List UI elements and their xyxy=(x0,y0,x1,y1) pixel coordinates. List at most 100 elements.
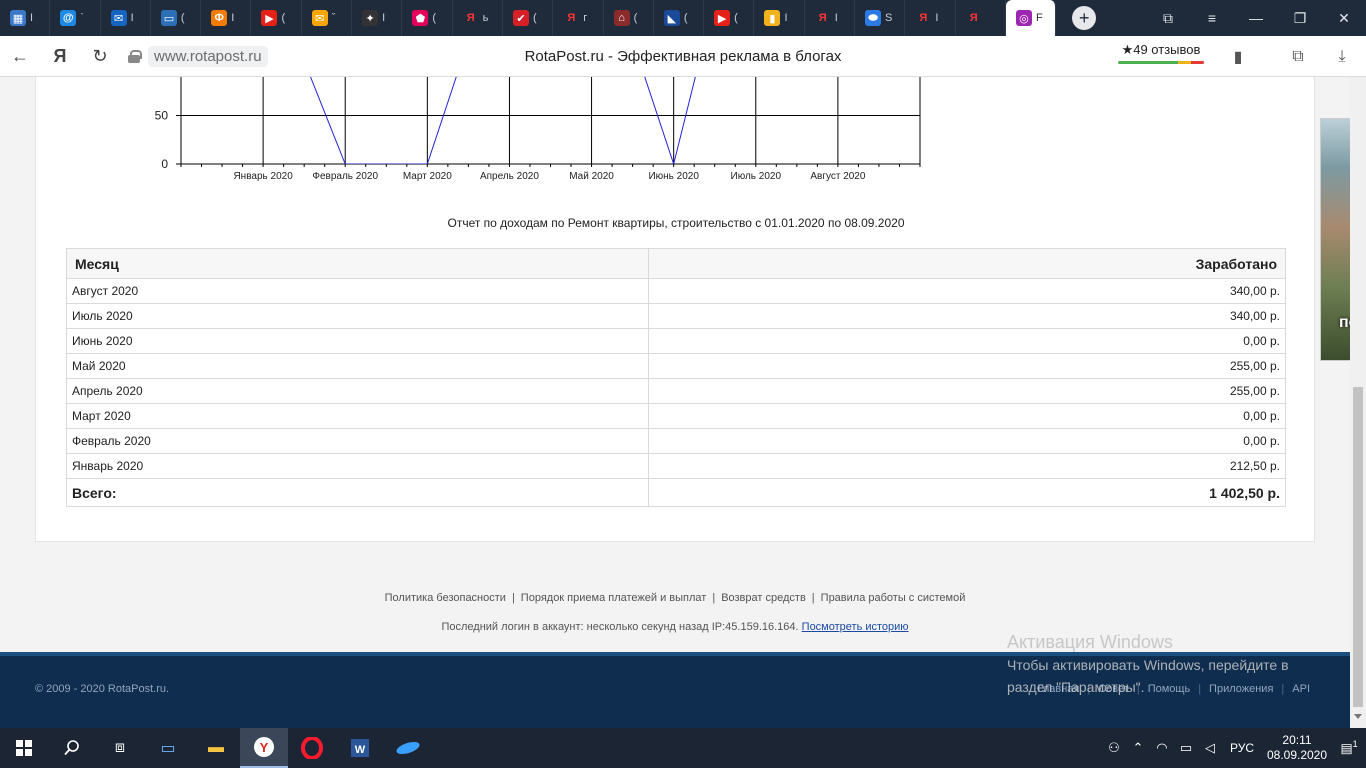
envelope-icon: ✉ xyxy=(110,10,127,26)
footer-nav-link[interactable]: Совет xyxy=(1098,683,1129,695)
page-viewport: 050100Январь 2020Февраль 2020Март 2020Ап… xyxy=(0,77,1350,728)
browser-tab[interactable]: ◎ F xyxy=(1005,0,1057,36)
yandex-icon: Я xyxy=(567,12,576,24)
system-tray: ⚇ ⌃ ◠ ▭ ◁ РУС 20:11 08.09.2020 ▤1 xyxy=(1102,728,1366,768)
separator: | xyxy=(1136,683,1140,695)
separator: | xyxy=(712,592,716,604)
view-history-link[interactable]: Посмотреть историю xyxy=(802,621,909,633)
table-row: Март 2020 0,00 р. xyxy=(66,403,1287,429)
browser-tab[interactable]: ◣( xyxy=(654,0,705,36)
search-icon[interactable] xyxy=(48,728,96,768)
pink-shape-icon: ⬟ xyxy=(412,10,429,26)
disc-app-icon[interactable] xyxy=(384,728,432,768)
footer-link[interactable]: Политика безопасности xyxy=(385,592,506,604)
browser-tab[interactable]: ⌂( xyxy=(604,0,654,36)
chevron-up-icon[interactable]: ⌃ xyxy=(1126,740,1150,756)
window-controls: ⧉ ≡ — ❐ ✕ xyxy=(1146,0,1366,36)
word-app-icon[interactable]: W xyxy=(336,728,384,768)
browser-tab[interactable]: ▮ I xyxy=(754,0,805,36)
new-tab-plus-icon[interactable]: + xyxy=(1072,6,1097,30)
browser-tab[interactable]: ✦ I xyxy=(352,0,403,36)
yandex-logo-icon[interactable]: Я xyxy=(40,36,80,77)
column-header-month: Месяц xyxy=(66,248,649,279)
back-arrow-icon[interactable]: ← xyxy=(0,36,40,77)
reload-icon[interactable]: ↻ xyxy=(80,36,120,77)
separator: | xyxy=(1087,683,1091,695)
footer-nav-link[interactable]: API xyxy=(1292,683,1310,695)
download-icon[interactable]: ⤓ xyxy=(1322,36,1362,77)
file-explorer-icon[interactable]: ▬ xyxy=(192,728,240,768)
notifications-icon[interactable]: ▤1 xyxy=(1332,739,1366,756)
footer-nav-link[interactable]: Помощь xyxy=(1148,683,1191,695)
footer-links: Политика безопасности | Порядок приема пла… xyxy=(0,592,1350,604)
phi-icon: Ф xyxy=(211,10,228,26)
footer-link[interactable]: Правила работы с системой xyxy=(821,592,966,604)
earned-cell: 255,00 р. xyxy=(647,353,1287,379)
minimize-icon[interactable]: — xyxy=(1234,0,1278,36)
earnings-chart: 050100Январь 2020Февраль 2020Март 2020Ап… xyxy=(155,77,921,182)
browser-tab[interactable]: ▶( xyxy=(251,0,302,36)
computer-app-icon[interactable]: ▭ xyxy=(144,728,192,768)
browser-tab[interactable]: ▦ I xyxy=(0,0,51,36)
tabs-panel-icon[interactable]: ⧉ xyxy=(1146,0,1190,36)
browser-tab[interactable]: Я xyxy=(956,0,1006,36)
scrollbar-thumb[interactable] xyxy=(1353,387,1363,707)
footer-nav: Главная | Совет | Помощь | Приложения | API xyxy=(1038,683,1310,695)
tab-title: ˋ xyxy=(80,12,84,24)
tab-title: I xyxy=(784,12,788,24)
start-windows-icon[interactable] xyxy=(0,728,48,768)
browser-tab[interactable]: ▶( xyxy=(704,0,755,36)
wifi-icon[interactable]: ◠ xyxy=(1150,740,1174,756)
last-login-info: Последний логин в аккаунт: несколько сек… xyxy=(0,621,1350,633)
browser-tab[interactable]: ⬬ S xyxy=(855,0,906,36)
browser-tab[interactable]: ЯI xyxy=(905,0,956,36)
bank-icon: ⌂ xyxy=(613,10,630,26)
month-cell: Апрель 2020 xyxy=(66,378,649,404)
tab-title: г xyxy=(583,12,588,24)
browser-tab[interactable]: ▭( xyxy=(151,0,202,36)
rating-bar xyxy=(1118,61,1204,64)
url-field[interactable]: www.rotapost.ru xyxy=(128,45,268,67)
windows-taskbar: ⧈ ▭ ▬ Y W ⚇ ⌃ ◠ ▭ ◁ РУС 20:11 08.09.2020… xyxy=(0,728,1366,768)
people-icon[interactable]: ⚇ xyxy=(1102,740,1126,756)
opera-app-icon[interactable] xyxy=(288,728,336,768)
browser-tab[interactable]: ✔( xyxy=(503,0,554,36)
clock[interactable]: 20:11 08.09.2020 xyxy=(1262,733,1332,763)
tab-title: ( xyxy=(180,12,185,24)
restore-icon[interactable]: ❐ xyxy=(1278,0,1322,36)
volume-icon[interactable]: ◁ xyxy=(1198,740,1222,756)
battery-icon[interactable]: ▭ xyxy=(1174,740,1198,756)
browser-tab[interactable]: ⬟( xyxy=(402,0,453,36)
browser-tab[interactable]: ФI xyxy=(201,0,252,36)
earnings-table: Месяц Заработано Август 2020 340,00 р. Июл… xyxy=(66,248,1287,507)
page-scrollbar[interactable] xyxy=(1350,77,1366,728)
table-header-row: Месяц Заработано xyxy=(66,248,1287,279)
yandex-icon: Я xyxy=(466,12,475,24)
browser-tab[interactable]: Яг xyxy=(553,0,604,36)
url-host: www.rotapost.ru xyxy=(148,45,268,67)
task-view-icon[interactable]: ⧈ xyxy=(96,728,144,768)
footer-nav-link[interactable]: Главная xyxy=(1038,683,1080,695)
total-value: 1 402,50 р. xyxy=(647,478,1287,507)
input-language[interactable]: РУС xyxy=(1230,741,1254,755)
browser-tab[interactable]: @ ˋ xyxy=(50,0,101,36)
tab-title: I xyxy=(834,12,838,24)
earned-cell: 212,50 р. xyxy=(647,453,1287,479)
reviews-badge[interactable]: ★49 отзывов xyxy=(1118,42,1204,64)
bookmark-icon[interactable]: ▮ xyxy=(1218,36,1258,77)
clock-time: 20:11 xyxy=(1282,733,1312,747)
browser-tab[interactable]: Яь xyxy=(453,0,503,36)
footer-link[interactable]: Порядок приема платежей и выплат xyxy=(521,592,707,604)
yandex-browser-app-icon[interactable]: Y xyxy=(240,728,288,768)
browser-tab[interactable]: ЯI xyxy=(805,0,856,36)
spark-icon: ✦ xyxy=(362,10,379,26)
footer-link[interactable]: Возврат средств xyxy=(721,592,806,604)
menu-icon[interactable]: ≡ xyxy=(1190,0,1234,36)
browser-tab[interactable]: ✉ ˇ xyxy=(302,0,353,36)
footer-nav-link[interactable]: Приложения xyxy=(1209,683,1273,695)
extensions-icon[interactable]: ⧉ xyxy=(1278,36,1318,77)
month-cell: Май 2020 xyxy=(66,353,649,379)
browser-tab[interactable]: ✉ I xyxy=(101,0,151,36)
scroll-down-arrow-icon[interactable] xyxy=(1354,714,1362,719)
close-icon[interactable]: ✕ xyxy=(1322,0,1366,36)
